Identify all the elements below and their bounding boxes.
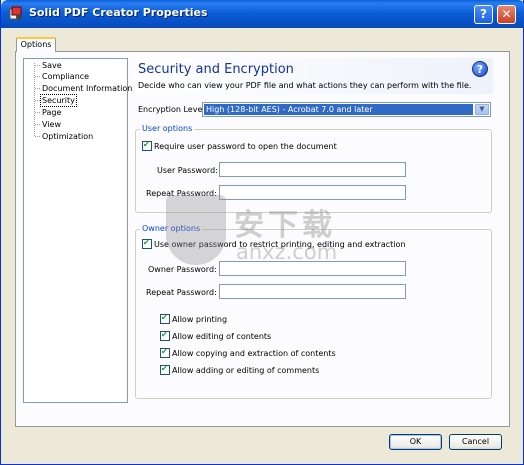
tree-item-page[interactable]: Page [34,107,62,118]
section-description: Decide who can view your PDF file and wh… [138,81,472,90]
encryption-level-label: Encryption Level: [138,105,208,114]
user-options-legend: User options [140,124,195,133]
tree-item-view[interactable]: View [35,119,62,130]
require-user-password-checkbox[interactable] [142,140,152,151]
allow-printing-checkbox[interactable] [160,313,170,324]
allow-copying-checkbox[interactable] [160,347,170,358]
section-title: Security and Encryption [138,62,294,77]
user-password-field[interactable] [219,162,406,177]
ok-button[interactable]: OK [389,434,442,450]
require-user-password-label: Require user password to open the docume… [154,142,337,151]
watermark-text: 安下载 [234,208,336,243]
allow-editing-checkbox[interactable] [160,330,170,341]
tree-item-security[interactable]: Security [35,94,77,107]
titlebar-close-button[interactable]: ✕ [497,5,516,24]
tree-item-save[interactable]: Save [35,60,63,71]
pdf-app-icon [9,6,22,20]
allow-copying-label: Allow copying and extraction of contents [172,349,336,358]
cancel-button[interactable]: Cancel [449,434,502,450]
allow-comments-checkbox[interactable] [160,364,170,375]
title-bar[interactable]: Solid PDF Creator Properties ? ✕ [1,0,524,28]
allow-comments-label: Allow adding or editing of comments [172,366,320,375]
tree-item-optimization[interactable]: Optimization [34,131,94,142]
allow-editing-label: Allow editing of contents [172,332,272,341]
shield-icon [166,195,226,265]
help-icon[interactable]: ? [472,61,488,77]
chevron-down-icon[interactable]: ▼ [475,104,489,115]
tab-options[interactable]: Options [16,37,56,52]
tree-item-document-information[interactable]: Document Information [34,83,133,94]
allow-printing-label: Allow printing [172,315,228,324]
properties-window: Solid PDF Creator Properties ? ✕ Options… [0,0,524,465]
options-tree [23,58,128,403]
use-owner-password-checkbox[interactable] [142,238,152,249]
watermark-subtext: anxz.com [236,240,338,264]
tree-item-compliance[interactable]: Compliance [34,71,90,82]
titlebar-help-button[interactable]: ? [474,5,493,24]
encryption-level-select[interactable]: High (128-bit AES) - Acrobat 7.0 and lat… [202,102,491,117]
owner-repeat-password-field[interactable] [219,284,406,299]
window-title: Solid PDF Creator Properties [29,6,208,19]
user-password-label: User Password: [157,166,218,175]
watermark-logo: 安下载 anxz.com [166,195,391,275]
owner-repeat-password-label: Repeat Password: [146,288,217,297]
encryption-level-value: High (128-bit AES) - Acrobat 7.0 and lat… [204,104,473,115]
